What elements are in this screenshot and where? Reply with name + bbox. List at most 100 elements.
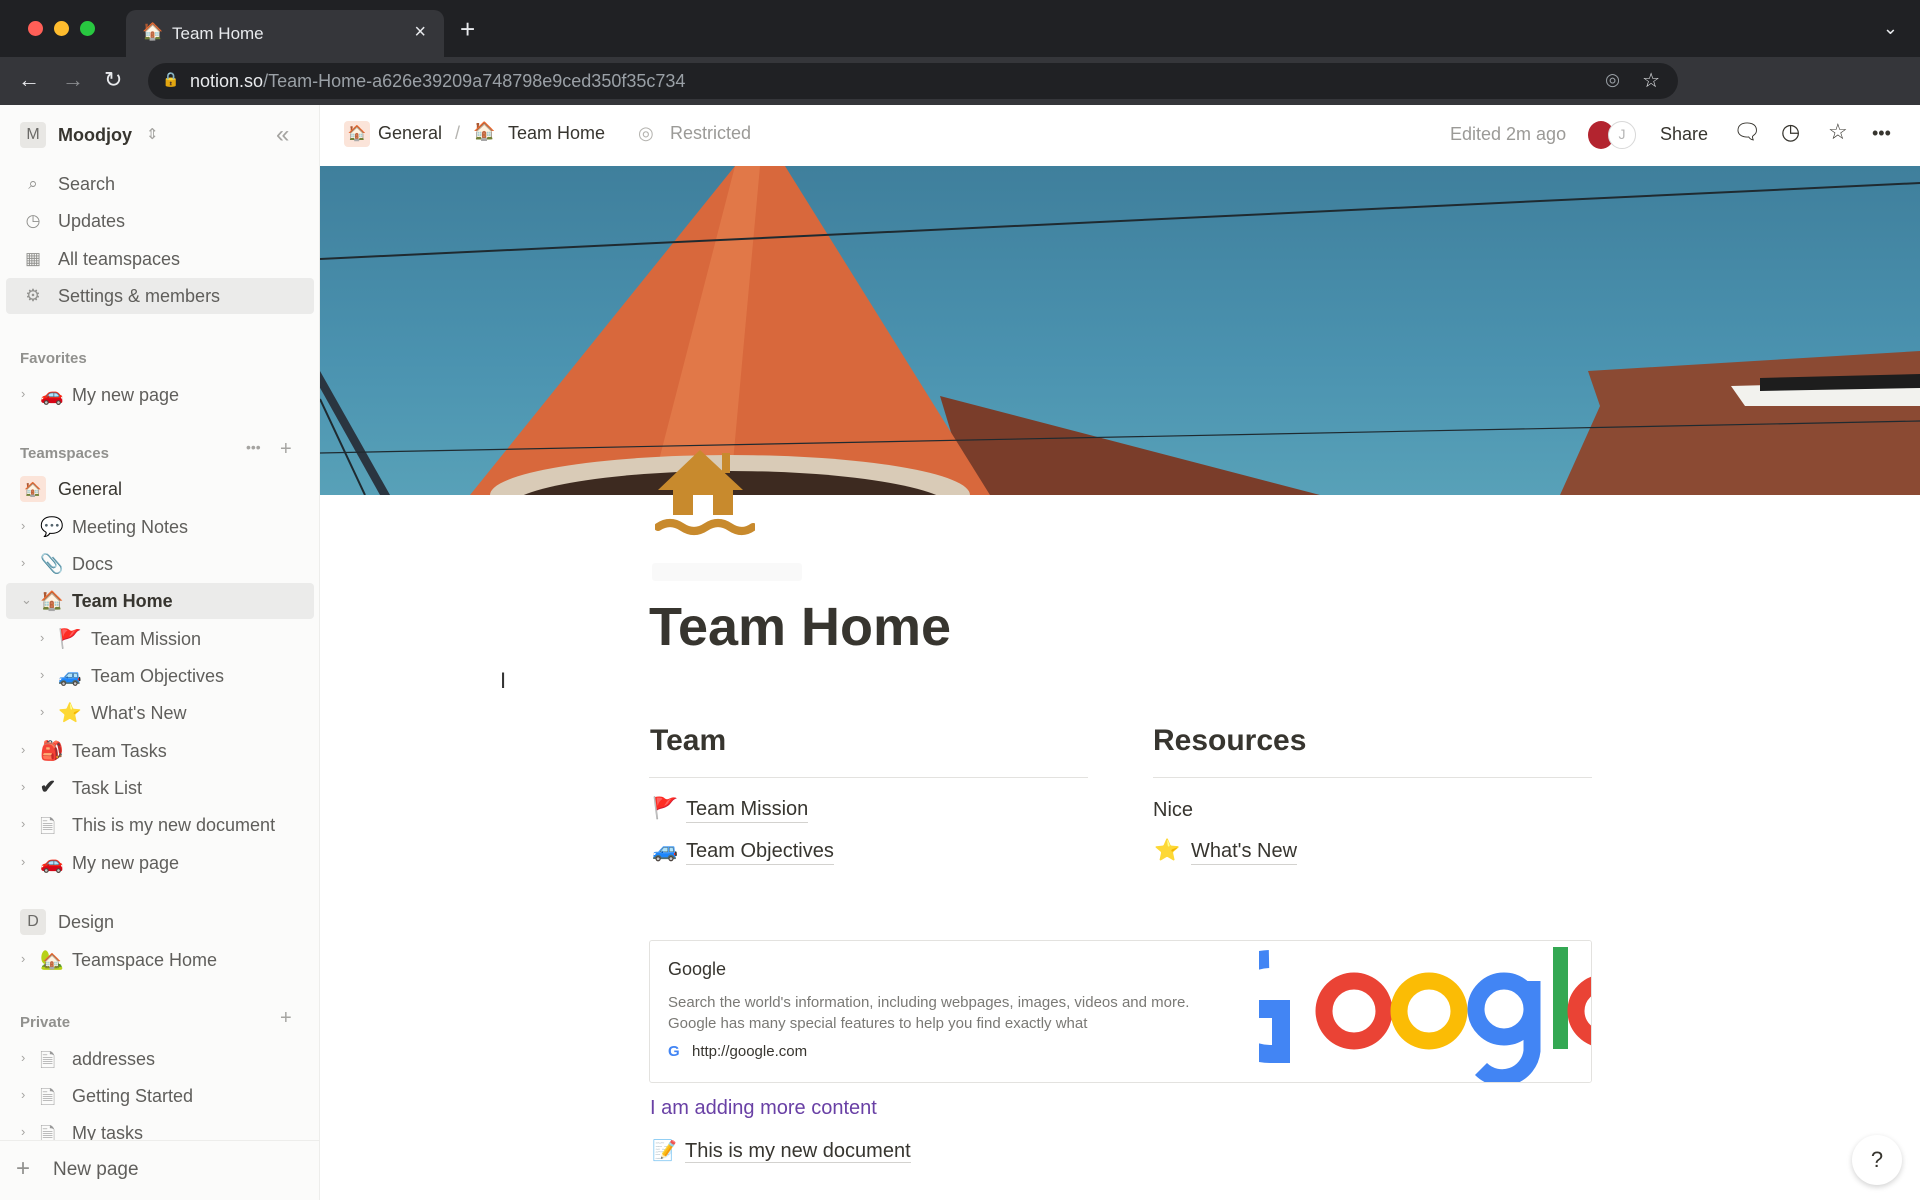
chevron-right-icon[interactable]: › xyxy=(21,555,25,570)
power-line xyxy=(320,182,1920,260)
sidebar-item-teamspace-home[interactable]: › 🏡 Teamspace Home xyxy=(6,942,314,978)
link-label: What's New xyxy=(1191,840,1298,865)
zoom-window-button[interactable] xyxy=(80,21,95,36)
chevron-right-icon[interactable]: › xyxy=(21,518,25,533)
workspace-switcher[interactable]: M Moodjoy ⇕ « xyxy=(6,117,314,153)
sidebar-item-favorite[interactable]: › 🚗 My new page xyxy=(6,377,314,413)
link-label: Team Objectives xyxy=(686,840,834,865)
page-topbar: 🏠 General / 🏠 Team Home ◎ Restricted Edi… xyxy=(320,105,1920,166)
help-button[interactable]: ? xyxy=(1852,1135,1902,1185)
house-icon: 🏠 xyxy=(40,591,64,612)
gear-icon: ⚙ xyxy=(25,286,41,305)
sidebar-teamspace-general[interactable]: 🏠 General xyxy=(6,471,314,507)
favorite-star-icon[interactable]: ☆ xyxy=(1828,119,1848,145)
cover-wire-shadow xyxy=(320,371,390,495)
sidebar-item-new-document[interactable]: › 🗎 This is my new document xyxy=(6,807,314,843)
chevron-right-icon[interactable]: › xyxy=(40,630,44,645)
new-document-link[interactable]: 📝 This is my new document xyxy=(652,1138,911,1163)
eye-slash-icon[interactable]: ◎ xyxy=(1605,70,1620,90)
restricted-badge[interactable]: Restricted xyxy=(670,123,751,144)
whats-new-link[interactable]: ⭐ What's New xyxy=(1154,839,1298,865)
share-button[interactable]: Share xyxy=(1660,124,1708,145)
house-icon: 🏠 xyxy=(344,121,370,147)
team-objectives-link[interactable]: 🚙 Team Objectives xyxy=(652,839,834,865)
sidebar-item-search[interactable]: ⌕ Search xyxy=(6,166,314,202)
sidebar-item-addresses[interactable]: › 🗎 addresses xyxy=(6,1041,314,1077)
chevron-right-icon[interactable]: › xyxy=(40,667,44,682)
bookmark-url: Ghttp://google.com xyxy=(668,1043,807,1060)
url-path: /Team-Home-a626e39209a748798e9ced350f35c… xyxy=(263,71,686,91)
team-mission-link[interactable]: 🚩 Team Mission xyxy=(652,797,809,823)
house-icon: 🏠 xyxy=(473,121,496,141)
sidebar-item-team-mission[interactable]: › 🚩 Team Mission xyxy=(6,621,314,657)
google-bookmark-card[interactable]: Google Search the world's information, i… xyxy=(649,940,1592,1083)
add-teamspace-icon[interactable]: + xyxy=(280,438,292,461)
sidebar-teamspace-design[interactable]: D Design xyxy=(6,904,314,940)
sidebar-item-getting-started[interactable]: › 🗎 Getting Started xyxy=(6,1078,314,1114)
sidebar-item-docs[interactable]: › 📎 Docs xyxy=(6,546,314,582)
add-private-page-icon[interactable]: + xyxy=(280,1007,292,1030)
link-label: Team Mission xyxy=(686,798,809,823)
chevron-right-icon[interactable]: › xyxy=(21,951,25,966)
sidebar-item-team-tasks[interactable]: › 🎒 Team Tasks xyxy=(6,733,314,769)
breadcrumb-general[interactable]: General xyxy=(378,123,442,144)
star-icon: ⭐ xyxy=(58,703,82,724)
sidebar-item-settings[interactable]: ⚙ Settings & members xyxy=(6,278,314,314)
forward-button[interactable]: → xyxy=(62,67,84,93)
paperclip-icon: 📎 xyxy=(40,554,64,575)
sidebar-item-updates[interactable]: ◷ Updates xyxy=(6,203,314,239)
chevron-right-icon[interactable]: › xyxy=(21,742,25,757)
chevron-right-icon[interactable]: › xyxy=(21,1050,25,1065)
chevron-right-icon[interactable]: › xyxy=(21,854,25,869)
chevron-right-icon[interactable]: › xyxy=(21,386,25,401)
house-icon: 🏠 xyxy=(142,22,164,41)
collapse-sidebar-icon[interactable]: « xyxy=(276,121,289,149)
sidebar-item-task-list[interactable]: › ✔ Task List xyxy=(6,770,314,806)
resources-heading[interactable]: Resources xyxy=(1153,724,1306,758)
chevron-right-icon[interactable]: › xyxy=(21,816,25,831)
close-tab-icon[interactable]: × xyxy=(414,21,426,44)
teamspaces-more-icon[interactable]: ••• xyxy=(246,439,261,455)
chevron-right-icon[interactable]: › xyxy=(21,1124,25,1139)
sidebar-item-label: Team Mission xyxy=(91,629,202,649)
page-title[interactable]: Team Home xyxy=(649,596,951,658)
address-bar[interactable]: 🔒 notion.so/Team-Home-a626e39209a748798e… xyxy=(148,63,1678,99)
close-window-button[interactable] xyxy=(28,21,43,36)
chevron-right-icon[interactable]: › xyxy=(40,704,44,719)
edited-timestamp[interactable]: Edited 2m ago xyxy=(1450,124,1566,145)
sidebar-item-my-new-page[interactable]: › 🚗 My new page xyxy=(6,845,314,881)
sidebar-item-whats-new[interactable]: › ⭐ What's New xyxy=(6,695,314,731)
sidebar-item-team-objectives[interactable]: › 🚙 Team Objectives xyxy=(6,658,314,694)
chevron-down-icon[interactable]: ⌄ xyxy=(21,592,32,608)
new-page-button[interactable]: + New page xyxy=(0,1140,319,1200)
private-heading: Private xyxy=(20,1014,71,1031)
bookmark-star-icon[interactable]: ☆ xyxy=(1642,68,1660,93)
page-icon-house[interactable] xyxy=(654,445,757,540)
chevron-right-icon[interactable]: › xyxy=(21,1087,25,1102)
breadcrumb-team-home[interactable]: Team Home xyxy=(508,123,605,144)
back-button[interactable]: ← xyxy=(18,67,40,93)
sidebar-item-all-teamspaces[interactable]: ▦ All teamspaces xyxy=(6,241,314,277)
minimize-window-button[interactable] xyxy=(54,21,69,36)
more-options-icon[interactable]: ••• xyxy=(1872,123,1891,144)
team-heading[interactable]: Team xyxy=(650,724,726,758)
avatar[interactable]: J xyxy=(1608,121,1636,149)
colored-text-block[interactable]: I am adding more content xyxy=(650,1097,877,1120)
resources-text[interactable]: Nice xyxy=(1153,799,1193,822)
flag-icon: 🚩 xyxy=(652,797,679,820)
new-tab-button[interactable]: + xyxy=(460,14,475,45)
browser-tab[interactable]: 🏠 Team Home × xyxy=(126,10,444,57)
car-icon: 🚙 xyxy=(652,839,679,862)
sidebar-item-meeting-notes[interactable]: › 💬 Meeting Notes xyxy=(6,509,314,545)
add-comment-hint[interactable] xyxy=(652,563,802,581)
chevron-right-icon[interactable]: › xyxy=(21,779,25,794)
sidebar-item-label: Meeting Notes xyxy=(72,517,189,537)
comments-icon[interactable]: 🗨 xyxy=(1733,119,1761,145)
sidebar-item-label: Getting Started xyxy=(72,1086,194,1106)
page-cover-image[interactable] xyxy=(320,166,1920,495)
reload-button[interactable]: ↻ xyxy=(104,67,122,93)
history-clock-icon[interactable]: ◷ xyxy=(1781,119,1800,145)
sidebar-item-label: Team Tasks xyxy=(72,741,167,761)
tab-search-chevron-icon[interactable]: ⌄ xyxy=(1883,18,1898,39)
sidebar-item-team-home[interactable]: ⌄ 🏠 Team Home xyxy=(6,583,314,619)
